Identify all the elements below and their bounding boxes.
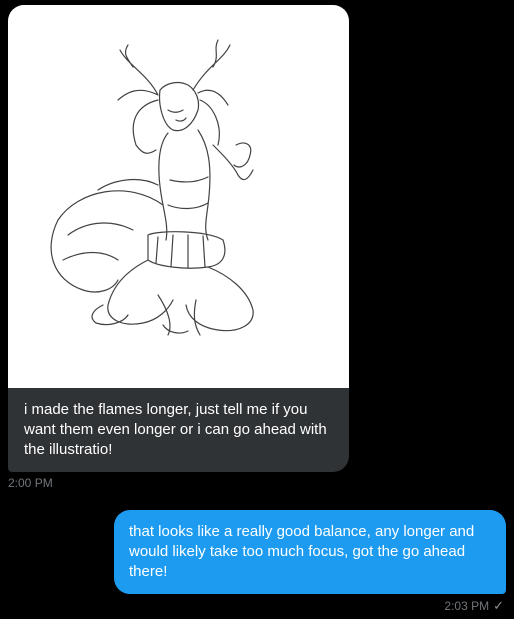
check-icon: ✓ — [493, 598, 504, 613]
incoming-message-text: i made the flames longer, just tell me i… — [24, 401, 327, 458]
outgoing-message-text: that looks like a really good balance, a… — [129, 523, 475, 580]
outgoing-message[interactable]: that looks like a really good balance, a… — [114, 510, 506, 594]
message-image[interactable] — [8, 5, 349, 388]
sketch-drawing — [50, 39, 254, 336]
outgoing-message-meta: 2:03 PM ✓ — [444, 598, 504, 614]
outgoing-message-timestamp: 2:03 PM — [444, 599, 490, 613]
incoming-message[interactable]: i made the flames longer, just tell me i… — [8, 5, 349, 472]
incoming-message-timestamp: 2:00 PM — [8, 476, 53, 490]
